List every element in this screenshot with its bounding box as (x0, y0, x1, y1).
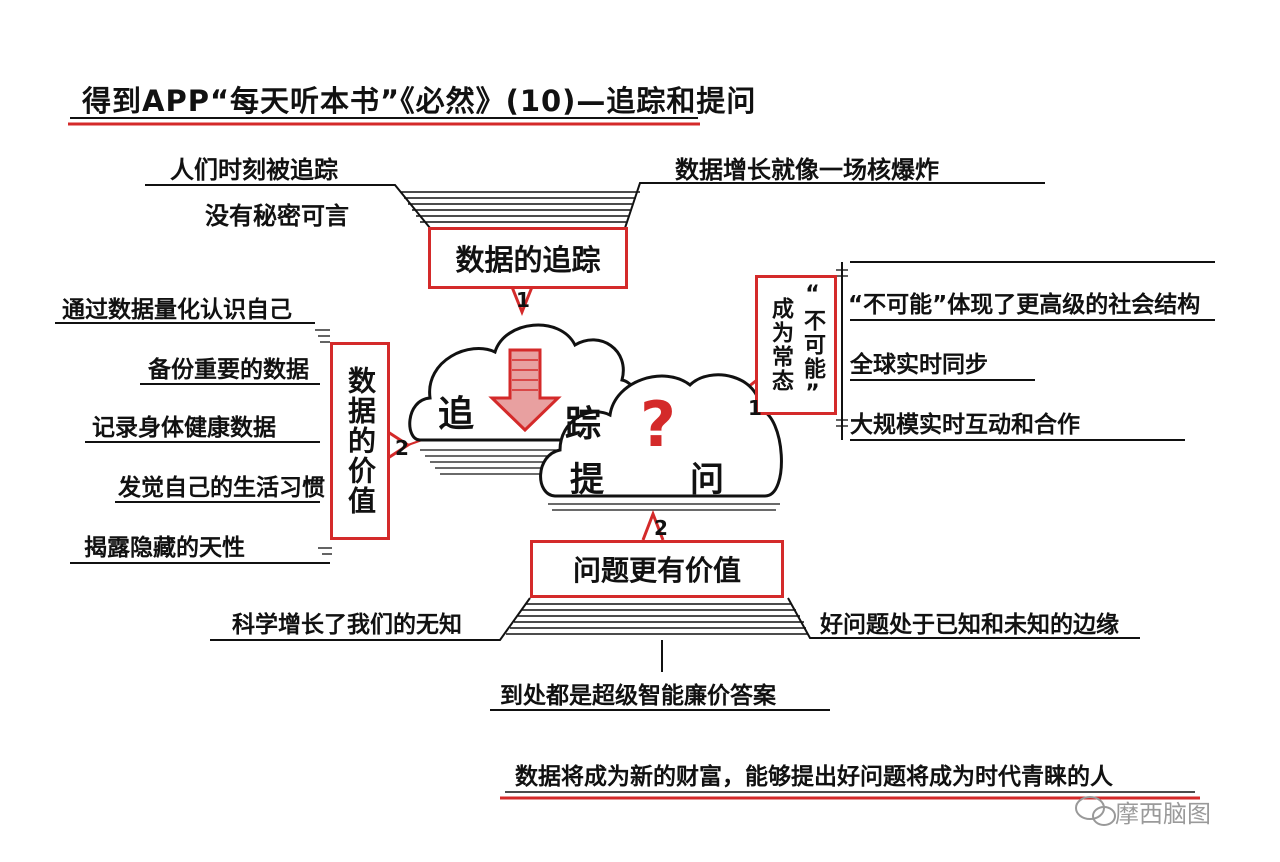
cloud-char-zhui: 追 (438, 394, 475, 435)
questions-right-text: 好问题处于已知和未知的边缘 (820, 612, 1119, 638)
tracking-left-text-1: 人们时刻被追踪 (170, 156, 338, 184)
value-node: 数据的价值 (330, 342, 390, 540)
value-item-3: 记录身体健康数据 (92, 415, 276, 441)
value-item-5: 揭露隐藏的天性 (84, 535, 245, 561)
cloud-char-ti: 提 (570, 460, 604, 500)
tracking-number: 1 (516, 288, 530, 312)
watermark-text: 摩西脑图 (1115, 800, 1211, 828)
conclusion-text: 数据将成为新的财富，能够提出好问题将成为时代青睐的人 (515, 764, 1113, 790)
page-title: 得到APP“每天听本书”《必然》(10)—追踪和提问 (82, 84, 757, 118)
tracking-right-text: 数据增长就像一场核爆炸 (675, 156, 939, 184)
questions-bottom-text: 到处都是超级智能廉价答案 (500, 683, 776, 709)
cloud-char-zong: 踪 (565, 404, 602, 445)
questions-left-text: 科学增长了我们的无知 (232, 612, 462, 638)
value-item-1: 通过数据量化认识自己 (62, 297, 292, 323)
cloud-char-wen: 问 (690, 460, 724, 500)
wechat-icon (1075, 796, 1116, 826)
impossible-item-3: 大规模实时互动和合作 (850, 412, 1080, 438)
impossible-label-col-1: 成为常态 (768, 297, 793, 393)
value-item-2: 备份重要的数据 (148, 357, 309, 383)
impossible-node: 成为常态 “不可能” (755, 275, 837, 415)
impossible-label-col-2: “不可能” (800, 282, 825, 408)
questions-node: 问题更有价值 (530, 540, 784, 598)
question-mark-icon: ? (640, 388, 676, 461)
tracking-node: 数据的追踪 (428, 227, 628, 289)
tracking-left-text-2: 没有秘密可言 (205, 202, 349, 230)
impossible-number: 1 (748, 396, 762, 420)
value-item-4: 发觉自己的生活习惯 (118, 475, 325, 501)
impossible-item-2: 全球实时同步 (850, 352, 988, 378)
impossible-item-1: “不可能”体现了更高级的社会结构 (848, 292, 1201, 318)
value-number: 2 (395, 436, 409, 460)
questions-number: 2 (654, 516, 668, 540)
